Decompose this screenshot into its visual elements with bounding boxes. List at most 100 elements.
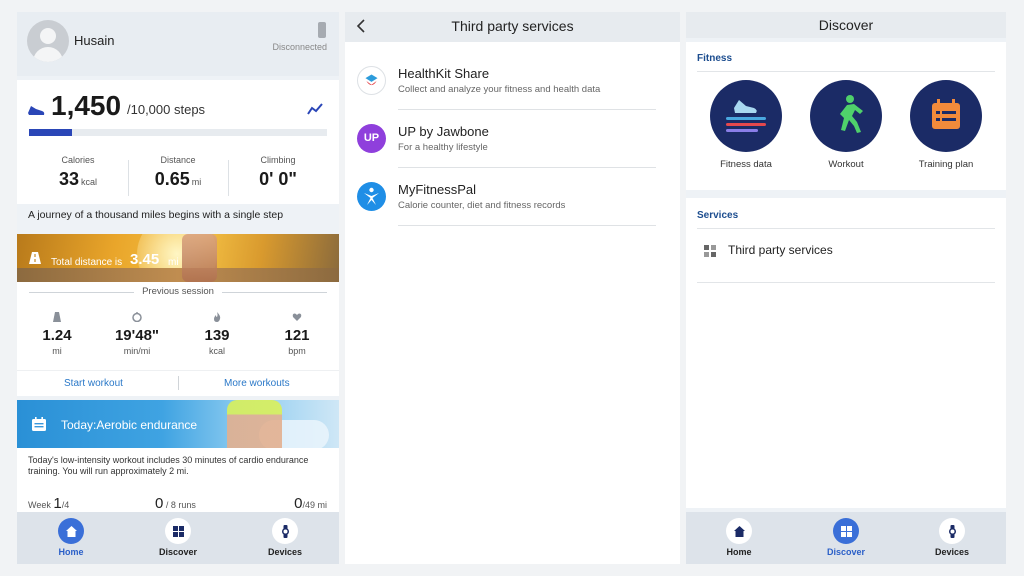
- calendar-icon: [32, 417, 46, 431]
- nav-header: Third party services: [345, 12, 680, 42]
- session-pace-value: 19'48": [114, 327, 160, 344]
- distance-stat: Distance 0.65 mi: [128, 155, 228, 190]
- week-progress: Week 1/4: [28, 495, 69, 512]
- service-description: Calorie counter, diet and fitness record…: [398, 200, 566, 211]
- flame-icon: [214, 312, 221, 322]
- miles-progress: 0/49 mi: [294, 495, 327, 512]
- avatar[interactable]: [27, 20, 69, 62]
- runner-icon: [840, 95, 863, 133]
- home-icon: [733, 525, 745, 537]
- tab-discover-label: Discover: [826, 547, 866, 557]
- step-count: 1,450: [51, 90, 122, 121]
- page-title: Discover: [818, 17, 874, 33]
- tab-discover[interactable]: Discover: [143, 518, 213, 557]
- trend-chart-icon[interactable]: [307, 102, 323, 116]
- fitness-section-label: Fitness: [697, 53, 733, 64]
- action-divider: [178, 376, 179, 390]
- service-description: Collect and analyze your fitness and hea…: [398, 84, 601, 95]
- session-pace: 19'48" min/mi: [97, 312, 177, 356]
- total-distance-banner[interactable]: Total distance is 3.45 mi: [17, 234, 339, 282]
- service-name: MyFitnessPal: [398, 182, 477, 197]
- grid-icon: [840, 525, 852, 537]
- session-heart-rate-unit: bpm: [288, 346, 306, 356]
- divider: [697, 282, 995, 283]
- total-distance-unit: mi: [168, 257, 179, 268]
- apps-grid-icon: [704, 245, 716, 257]
- previous-session-title: Previous session: [142, 286, 214, 297]
- training-plan-tile[interactable]: Training plan: [896, 80, 996, 170]
- calories-value: 33: [58, 169, 79, 189]
- service-description: For a healthy lifestyle: [398, 142, 488, 153]
- grid-icon: [172, 525, 184, 537]
- training-plan-label: Training plan: [918, 159, 974, 170]
- third-party-services-label: Third party services: [728, 243, 833, 257]
- fitness-section: Fitness Fitness data Workout Training pl…: [686, 42, 1006, 190]
- distance-label: Distance: [160, 155, 196, 165]
- calories-label: Calories: [61, 155, 95, 165]
- bottom-tab-bar: Home Discover Devices: [686, 512, 1006, 564]
- workout-description: Today's low-intensity workout includes 3…: [28, 455, 309, 476]
- session-distance-unit: mi: [52, 346, 62, 356]
- workout-tile[interactable]: Workout: [796, 80, 896, 170]
- tab-home[interactable]: Home: [704, 518, 774, 557]
- tab-devices[interactable]: Devices: [250, 518, 320, 557]
- more-workouts-link[interactable]: More workouts: [224, 378, 290, 389]
- timer-icon: [132, 312, 142, 322]
- divider: [697, 71, 995, 72]
- session-calories: 139 kcal: [177, 312, 257, 356]
- divider: [697, 228, 995, 229]
- tab-discover[interactable]: Discover: [811, 518, 881, 557]
- service-myfitnesspal[interactable]: MyFitnessPal Calorie counter, diet and f…: [345, 168, 680, 226]
- watch-icon: [281, 524, 289, 538]
- services-section: Services Third party services: [686, 198, 1006, 508]
- calories-unit: kcal: [81, 177, 98, 187]
- climbing-value: 0' 0": [259, 169, 297, 189]
- session-pace-unit: min/mi: [123, 346, 151, 356]
- heart-icon: [292, 313, 302, 321]
- tab-home[interactable]: Home: [36, 518, 106, 557]
- connection-status: Disconnected: [272, 42, 327, 52]
- session-distance: 1.24 mi: [17, 312, 97, 356]
- previous-session-card: Previous session 1.24 mi 19'48" min/mi 1…: [17, 282, 339, 396]
- road-icon: [53, 312, 61, 322]
- tab-home-label: Home: [58, 547, 84, 557]
- user-name: Husain: [74, 33, 115, 48]
- climbing-stat: Climbing 0' 0": [228, 155, 328, 190]
- session-heart-rate: 121 bpm: [257, 312, 337, 356]
- total-distance-value: 3.45: [130, 251, 160, 268]
- discover-screen: Discover Fitness Fitness data Workout Tr…: [686, 12, 1006, 564]
- bottom-tab-bar: Home Discover Devices: [17, 512, 339, 564]
- services-section-label: Services: [697, 210, 739, 221]
- workout-plan-banner[interactable]: Today:Aerobic endurance: [17, 400, 339, 448]
- calendar-icon: [932, 99, 960, 129]
- shoe-icon: [28, 106, 45, 115]
- divider: [398, 225, 656, 226]
- session-calories-value: 139: [204, 327, 230, 344]
- fitness-data-tile[interactable]: Fitness data: [696, 80, 796, 170]
- tab-discover-label: Discover: [158, 547, 198, 557]
- up-badge-text: UP: [363, 132, 380, 144]
- motivational-quote: A journey of a thousand miles begins wit…: [28, 209, 284, 221]
- tab-devices[interactable]: Devices: [917, 518, 987, 557]
- total-distance-label: Total distance is: [51, 257, 123, 268]
- steps-progress-bar: [29, 129, 327, 136]
- profile-header: Husain Disconnected: [17, 12, 339, 76]
- steps-card[interactable]: 1,450 /10,000 steps Calories 33 kcal Dist…: [17, 80, 339, 204]
- calories-stat: Calories 33 kcal: [28, 155, 128, 190]
- healthkit-icon: [357, 66, 386, 95]
- runs-value: 0: [155, 495, 164, 512]
- session-heart-rate-value: 121: [284, 327, 310, 344]
- runs-progress: 0 / 8 runs: [155, 495, 196, 512]
- service-healthkit[interactable]: HealthKit Share Collect and analyze your…: [345, 52, 680, 110]
- service-name: UP by Jawbone: [398, 124, 489, 139]
- week-value: 1: [53, 495, 62, 512]
- home-icon: [65, 525, 77, 537]
- start-workout-link[interactable]: Start workout: [64, 378, 123, 389]
- step-goal: /10,000 steps: [127, 102, 206, 117]
- third-party-services-screen: Third party services HealthKit Share Col…: [345, 12, 680, 564]
- tab-devices-label: Devices: [934, 547, 970, 557]
- fitness-data-label: Fitness data: [720, 159, 772, 170]
- tab-home-label: Home: [726, 547, 752, 557]
- session-calories-unit: kcal: [208, 346, 225, 356]
- service-up-jawbone[interactable]: UP UP by Jawbone For a healthy lifestyle: [345, 110, 680, 168]
